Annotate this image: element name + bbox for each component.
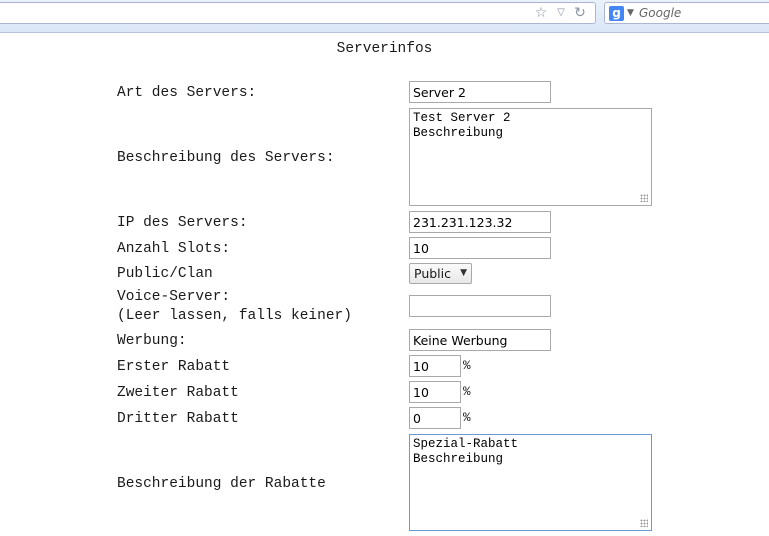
- second-discount-label: Zweiter Rabatt: [117, 385, 239, 401]
- chevron-down-icon: ▼: [460, 268, 467, 278]
- voice-server-input[interactable]: [409, 295, 551, 317]
- resize-grip-icon[interactable]: [640, 519, 648, 527]
- resize-grip-icon[interactable]: [640, 194, 648, 202]
- search-engine-dropdown-icon[interactable]: ▼: [627, 6, 634, 21]
- third-discount-unit: %: [463, 411, 471, 425]
- google-logo-icon[interactable]: g: [609, 6, 624, 21]
- public-clan-selected-value: Public: [414, 266, 451, 281]
- third-discount-input[interactable]: [409, 407, 461, 429]
- first-discount-unit: %: [463, 359, 471, 373]
- first-discount-label: Erster Rabatt: [117, 359, 231, 375]
- server-type-label: Art des Servers:: [117, 85, 257, 101]
- second-discount-unit: %: [463, 385, 471, 399]
- page-title: Serverinfos: [336, 41, 433, 57]
- advertising-input[interactable]: [409, 329, 551, 351]
- public-clan-select[interactable]: Public ▼: [409, 263, 472, 284]
- address-bar[interactable]: ☆ ▽ ↻: [0, 2, 596, 24]
- bookmark-star-icon[interactable]: ☆: [533, 5, 549, 21]
- reload-icon[interactable]: ↻: [572, 5, 588, 21]
- discount-description-label: Beschreibung der Rabatte: [117, 476, 326, 492]
- server-description-textarea[interactable]: Test Server 2 Beschreibung: [409, 108, 652, 206]
- second-discount-input[interactable]: [409, 381, 461, 403]
- first-discount-input[interactable]: [409, 355, 461, 377]
- third-discount-label: Dritter Rabatt: [117, 411, 239, 427]
- server-ip-input[interactable]: [409, 211, 551, 233]
- public-clan-label: Public/Clan: [117, 266, 213, 282]
- browser-toolbar: ☆ ▽ ↻ g ▼: [0, 0, 769, 33]
- server-description-label: Beschreibung des Servers:: [117, 150, 335, 166]
- discount-description-textarea[interactable]: Spezial-Rabatt Beschreibung: [409, 434, 652, 531]
- server-ip-label: IP des Servers:: [117, 215, 248, 231]
- voice-server-hint: (Leer lassen, falls keiner): [117, 308, 352, 324]
- advertising-label: Werbung:: [117, 333, 187, 349]
- slots-input[interactable]: [409, 237, 551, 259]
- server-type-input[interactable]: [409, 81, 551, 103]
- search-input[interactable]: [639, 4, 759, 22]
- history-dropdown-icon[interactable]: ▽: [553, 5, 569, 21]
- slots-label: Anzahl Slots:: [117, 241, 231, 257]
- search-bar[interactable]: g ▼: [604, 2, 769, 24]
- voice-server-label: Voice-Server:: [117, 289, 231, 305]
